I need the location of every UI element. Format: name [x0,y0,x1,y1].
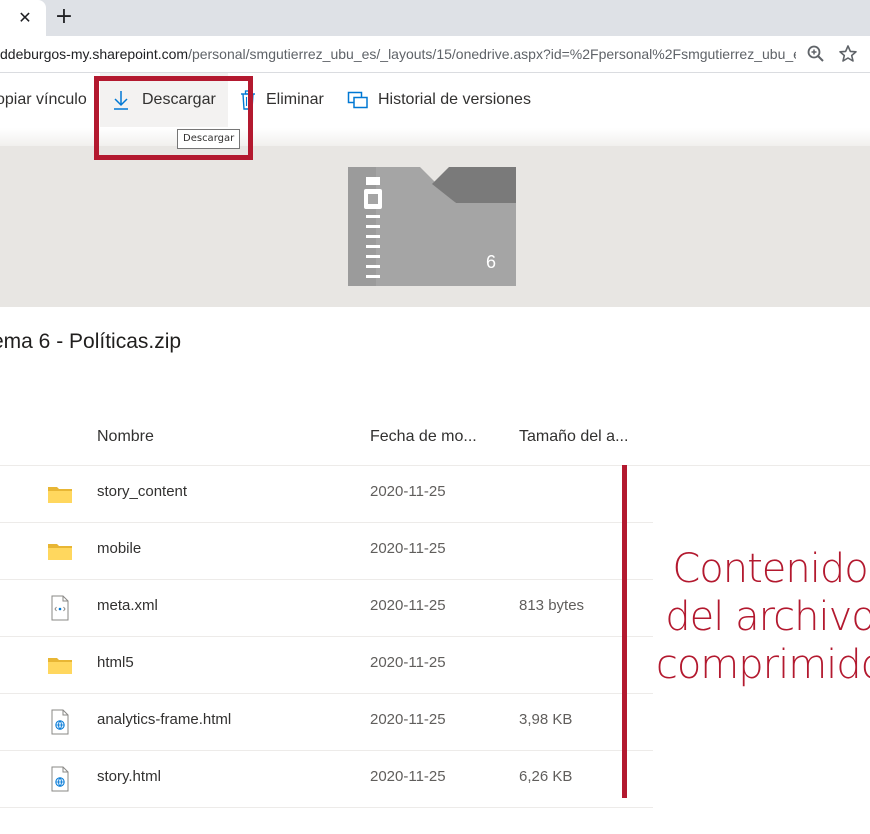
file-name[interactable]: html5 [97,654,134,671]
url-path: /personal/smgutierrez_ubu_es/_layouts/15… [188,46,796,62]
table-row[interactable]: story.html 2020-11-25 6,26 KB [0,751,653,808]
annotation-text: Contenido del archivo comprimido [655,546,870,688]
file-size: 6,26 KB [519,768,573,785]
new-tab-button[interactable]: + [52,6,76,30]
file-modified: 2020-11-25 [370,540,446,557]
tab-close-icon[interactable]: ✕ [14,7,36,29]
file-name[interactable]: story_content [97,483,187,500]
xml-file-icon [51,595,69,621]
table-row[interactable]: html5 2020-11-25 [0,637,653,694]
file-modified: 2020-11-25 [370,483,446,500]
zip-item-count: 6 [486,252,497,272]
zoom-icon[interactable] [806,44,826,64]
file-name[interactable]: mobile [97,540,141,557]
file-size: 813 bytes [519,597,585,614]
url-host: ddeburgos-my.sharepoint.com [0,46,189,62]
table-header: Nombre Fecha de mo... Tamaño del a... [0,408,870,466]
file-name[interactable]: meta.xml [97,597,158,614]
version-history-label: Historial de versiones [378,91,531,108]
file-title: ema 6 - Políticas.zip [0,330,182,353]
file-modified: 2020-11-25 [370,711,446,728]
table-row[interactable]: mobile 2020-11-25 [0,523,653,580]
column-header-name[interactable]: Nombre [97,428,154,446]
html-file-icon [51,709,69,735]
table-row[interactable]: story_content 2020-11-25 [0,466,653,523]
file-modified: 2020-11-25 [370,768,446,785]
browser-tab[interactable]: ✕ [0,0,46,36]
table-row[interactable]: analytics-frame.html 2020-11-25 3,98 KB [0,694,653,751]
copy-link-button[interactable]: opiar vínculo [0,73,87,127]
table-row[interactable]: meta.xml 2020-11-25 813 bytes [0,580,653,637]
url-text[interactable]: ddeburgos-my.sharepoint.com/personal/smg… [0,36,796,72]
version-history-icon [347,91,368,109]
delete-label: Eliminar [266,91,324,108]
copy-link-label: opiar vínculo [0,91,87,108]
browser-tab-strip: ✕ + [0,0,870,36]
file-size: 3,98 KB [519,711,573,728]
version-history-button[interactable]: Historial de versiones [347,73,531,127]
html-file-icon [51,766,69,792]
folder-icon [48,487,72,503]
column-header-size[interactable]: Tamaño del a... [519,428,628,446]
file-name[interactable]: analytics-frame.html [97,711,231,728]
folder-icon [48,658,72,674]
file-modified: 2020-11-25 [370,597,446,614]
folder-icon [48,544,72,560]
address-bar[interactable]: ddeburgos-my.sharepoint.com/personal/smg… [0,36,870,73]
star-icon[interactable] [838,44,858,64]
annotation-bracket-line [622,465,627,798]
column-header-modified[interactable]: Fecha de mo... [370,428,477,446]
file-modified: 2020-11-25 [370,654,446,671]
file-name[interactable]: story.html [97,768,161,785]
download-tooltip: Descargar [177,129,241,149]
